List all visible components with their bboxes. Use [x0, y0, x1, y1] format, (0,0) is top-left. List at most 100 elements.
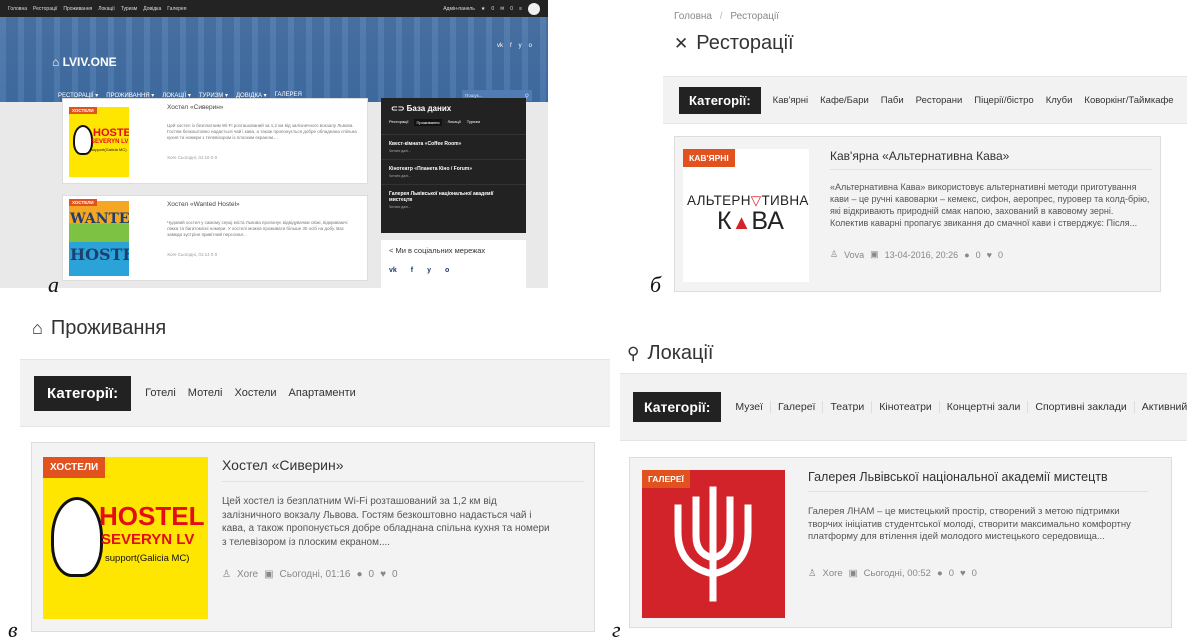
category-link[interactable]: Готелі	[145, 387, 176, 399]
category-link[interactable]: Паби	[881, 95, 904, 106]
tab[interactable]: Ресторації	[389, 119, 408, 126]
user-icon: ♙	[830, 249, 839, 259]
category-badge[interactable]: ХОСТЕЛИ	[69, 199, 97, 206]
database-item[interactable]: Квест-кімната «Coffee Room» Читати далі..…	[381, 134, 526, 159]
avatar[interactable]	[528, 2, 540, 15]
menu-icon[interactable]: ≡	[519, 6, 522, 12]
database-item[interactable]: Галерея Львівської національної академії…	[381, 184, 526, 215]
category-link[interactable]: Кінотеатри	[872, 401, 940, 413]
alternativna-kava-logo[interactable]: АЛЬТЕРН▽ТИВНА К▲ВА	[683, 149, 809, 282]
header-social-links: vk f y o	[497, 43, 532, 49]
tab[interactable]: Туризм	[467, 119, 480, 126]
comment-count[interactable]: 0	[369, 569, 375, 580]
post-title[interactable]: Хостел «Сиверин»	[167, 104, 223, 111]
category-link[interactable]: Коворкінг/Таймкафе	[1084, 95, 1173, 106]
top-link[interactable]: Проживання	[63, 6, 92, 12]
post-author[interactable]: Xore	[823, 568, 843, 579]
youtube-icon[interactable]: o	[529, 43, 532, 49]
tab-active[interactable]: Проживання	[414, 119, 442, 126]
messages-count[interactable]: 0	[510, 6, 513, 12]
panel-b-restaurants: Головна / Ресторації ✕ Ресторації Категор…	[663, 0, 1187, 300]
comment-count[interactable]: 0	[949, 568, 954, 579]
gallery-lnam-logo[interactable]	[642, 470, 785, 618]
top-link[interactable]: Ресторації	[33, 6, 57, 12]
mascot-graphic	[73, 125, 93, 155]
tab[interactable]: Локації	[448, 119, 461, 126]
figure-label-d: г	[612, 617, 621, 642]
category-badge[interactable]: КАВ'ЯРНІ	[683, 149, 735, 167]
category-link[interactable]: Ресторани	[916, 95, 963, 106]
category-link[interactable]: Апартаменти	[289, 387, 356, 399]
post-author[interactable]: Vova	[844, 250, 864, 260]
comment-count[interactable]: 0	[976, 250, 981, 260]
post-excerpt: Чудовий хостел у самому серці міста Льво…	[167, 220, 348, 237]
top-link[interactable]: Довідка	[143, 6, 161, 12]
category-link[interactable]: Галереї	[771, 401, 824, 413]
facebook-icon[interactable]: f	[411, 267, 413, 274]
vk-icon[interactable]: vk	[497, 43, 503, 49]
post-card[interactable]: HOSTEL SEVERYN LV support(Galicia MC) ХО…	[62, 98, 368, 184]
breadcrumb-home[interactable]: Головна	[674, 11, 712, 22]
post-meta: ♙ Xore ▣ Сьогодні, 01:16 ● 0 ♥ 0	[222, 569, 398, 580]
database-item[interactable]: Кінотеатр «Планета Кіно / Forum» Читати д…	[381, 159, 526, 184]
comment-icon: ●	[356, 569, 363, 580]
categories-label: Категорії:	[679, 86, 761, 114]
hostel-severyn-image[interactable]: HOSTEL SEVERYN LV support(Galicia MC)	[69, 107, 129, 177]
admin-panel-link[interactable]: Адмін-панель	[443, 6, 475, 12]
post-card[interactable]: WANTED HOSTEL ХОСТЕЛИ Хостел «Wanted Hos…	[62, 195, 368, 281]
post-title[interactable]: Хостел «Wanted Hostel»	[167, 201, 240, 208]
post-date: Сьогодні, 01:16	[279, 569, 351, 580]
comment-icon: ●	[964, 249, 970, 260]
category-link[interactable]: Піцерії/бістро	[974, 95, 1033, 106]
like-count[interactable]: 0	[392, 569, 398, 580]
category-list: Кав'ярні Кафе/Бари Паби Ресторани Піцері…	[773, 95, 1174, 106]
category-bar: Категорії: Кав'ярні Кафе/Бари Паби Ресто…	[663, 76, 1187, 124]
favorites-count[interactable]: 0	[491, 6, 494, 12]
post-card[interactable]: ГАЛЕРЕЇ Галерея Львівської національної …	[629, 457, 1172, 628]
star-icon: ★	[480, 5, 486, 12]
top-link[interactable]: Туризм	[121, 6, 138, 12]
like-count[interactable]: 0	[972, 568, 977, 579]
hostel-severyn-image[interactable]: HOSTEL SEVERYN LV support(Galicia MC)	[43, 457, 208, 619]
divider	[808, 491, 1148, 492]
image-text: support(Galicia MC)	[91, 147, 127, 152]
post-title[interactable]: Хостел «Сиверин»	[222, 457, 344, 473]
post-card[interactable]: HOSTEL SEVERYN LV support(Galicia MC) ХО…	[31, 442, 595, 632]
top-link[interactable]: Головна	[8, 6, 27, 12]
user-icon: ♙	[808, 568, 817, 579]
post-title[interactable]: Кав'ярна «Альтернативна Кава»	[830, 149, 1009, 163]
category-list: Музеї Галереї Театри Кінотеатри Концертн…	[721, 401, 1187, 413]
category-link[interactable]: Кав'ярні	[773, 95, 808, 106]
category-badge[interactable]: ГАЛЕРЕЇ	[642, 470, 690, 488]
category-link[interactable]: Концертні зали	[940, 401, 1029, 413]
facebook-icon[interactable]: f	[510, 43, 512, 49]
heart-icon: ♥	[380, 569, 387, 580]
category-link[interactable]: Мотелі	[188, 387, 223, 399]
post-title[interactable]: Галерея Львівської національної академії…	[808, 470, 1108, 484]
twitter-icon[interactable]: y	[427, 267, 431, 274]
category-link[interactable]: Кафе/Бари	[820, 95, 869, 106]
category-badge[interactable]: ХОСТЕЛИ	[69, 107, 97, 114]
site-logo[interactable]: ⌂ LVIV.ONE	[52, 55, 117, 69]
youtube-icon[interactable]: o	[445, 267, 449, 274]
post-card[interactable]: АЛЬТЕРН▽ТИВНА К▲ВА КАВ'ЯРНІ Кав'ярна «Ал…	[674, 136, 1161, 292]
category-link[interactable]: Музеї	[721, 401, 771, 413]
database-widget: ⊂⊃ База даних Ресторації Проживання Лока…	[381, 98, 526, 233]
vk-icon[interactable]: vk	[389, 267, 397, 274]
twitter-icon[interactable]: y	[519, 43, 522, 49]
category-link[interactable]: Клуби	[1046, 95, 1073, 106]
category-badge[interactable]: ХОСТЕЛИ	[43, 457, 106, 478]
wanted-hostel-image[interactable]: WANTED HOSTEL	[69, 201, 129, 276]
top-link[interactable]: Галерея	[167, 6, 186, 12]
category-link[interactable]: Хостели	[234, 387, 276, 399]
cutlery-icon: ✕	[674, 33, 689, 53]
figure-label-a: а	[48, 272, 59, 297]
category-link[interactable]: Активний відпочинок	[1135, 401, 1187, 413]
top-link[interactable]: Локації	[98, 6, 115, 12]
category-link[interactable]: Спортивні заклади	[1028, 401, 1135, 413]
social-title: Ми в соціальних мережах	[395, 246, 486, 255]
like-count[interactable]: 0	[998, 250, 1003, 260]
post-author[interactable]: Xore	[237, 569, 258, 580]
post-meta: Xore Сьогодні, 01:16 0 0	[167, 155, 218, 160]
category-link[interactable]: Театри	[823, 401, 873, 413]
